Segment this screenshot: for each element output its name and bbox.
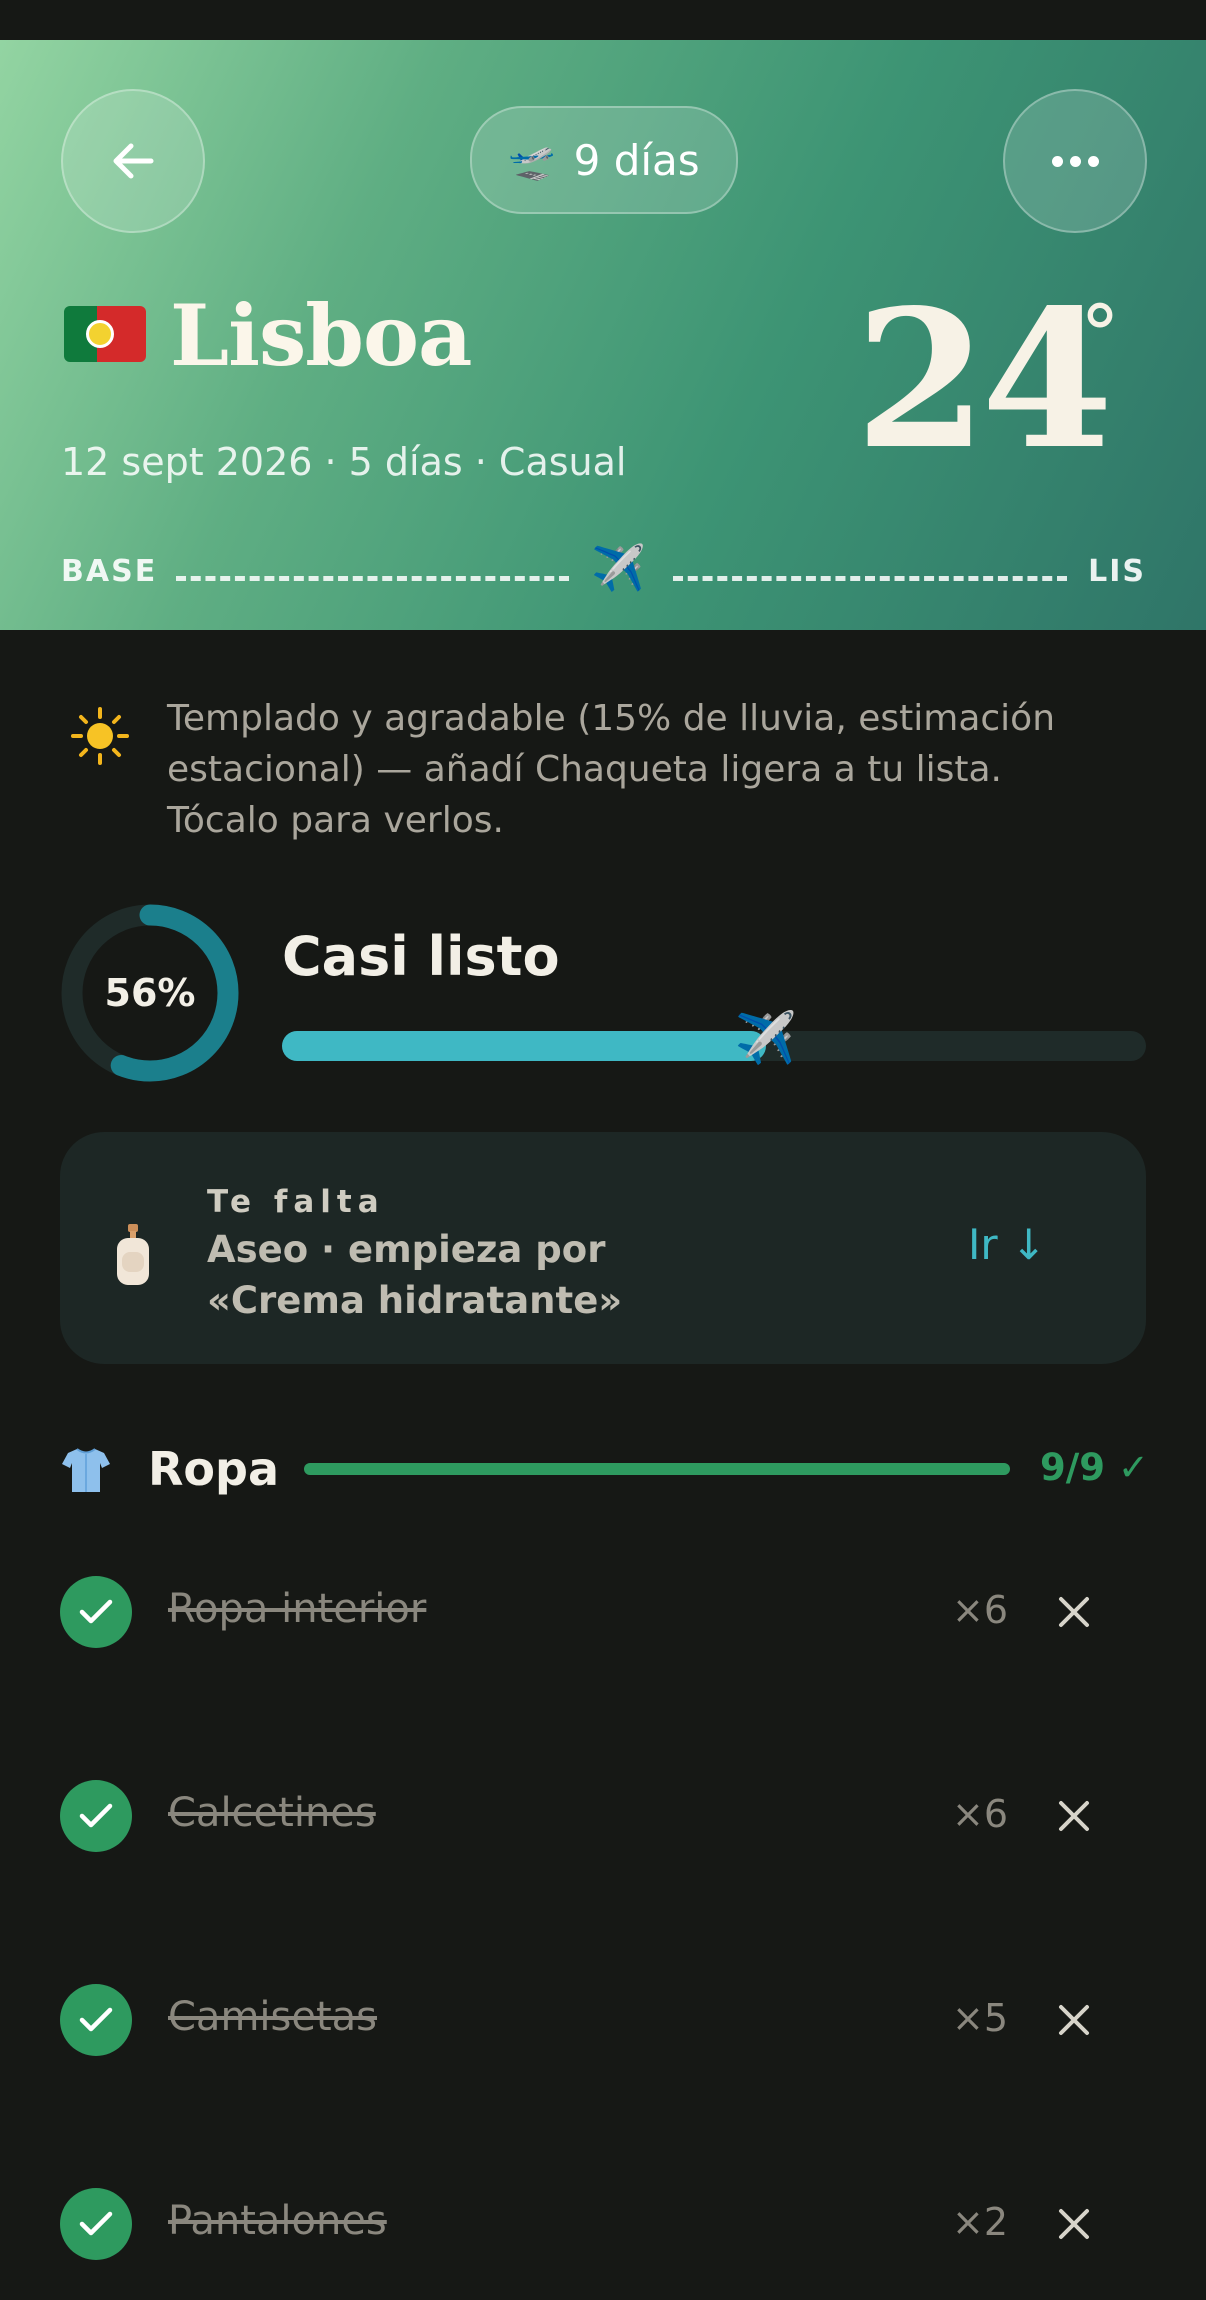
portugal-flag-icon (64, 306, 146, 362)
checkbox-checked[interactable] (60, 1984, 132, 2056)
list-item[interactable]: Pantalones ×2 (0, 2154, 1206, 2294)
category-progress-bar (304, 1463, 1010, 1475)
airplane-icon: ✈️ (591, 543, 646, 594)
progress-bar: ✈️ (282, 1009, 1146, 1067)
arrow-left-icon (113, 143, 154, 179)
route-line: BASE ✈️ LIS (61, 540, 1146, 600)
next-missing-card[interactable]: Te falta Aseo · empieza por «Crema hidra… (60, 1132, 1146, 1364)
ellipsis-icon (1051, 155, 1099, 167)
card-text: Aseo · empieza por «Crema hidratante» (207, 1228, 623, 1322)
destination-city: Lisboa (170, 286, 472, 385)
remove-item-button[interactable] (1050, 2192, 1098, 2256)
route-dash-right (673, 576, 1067, 581)
item-quantity[interactable]: ×6 (952, 1588, 1008, 1632)
temperature-value: 24 (855, 268, 1113, 491)
remove-item-button[interactable] (1050, 1988, 1098, 2052)
list-item[interactable]: Camisetas ×5 (0, 1950, 1206, 2090)
progress-percent: 56% (104, 971, 196, 1015)
trip-header: 🛫 9 días Lisboa 12 sept 2026 · 5 días · … (0, 40, 1206, 630)
airplane-departure-icon: 🛫 (508, 137, 556, 182)
remove-item-button[interactable] (1050, 1580, 1098, 1644)
close-icon (1059, 1597, 1089, 1627)
trip-duration-pill[interactable]: 🛫 9 días (470, 106, 738, 214)
item-name: Calcetines (168, 1790, 376, 1836)
category-progress-fill (304, 1463, 1010, 1475)
remove-item-button[interactable] (1050, 1784, 1098, 1848)
category-title: Ropa (148, 1442, 279, 1496)
item-quantity[interactable]: ×6 (952, 1792, 1008, 1836)
checkmark-icon (79, 1599, 113, 1624)
checkbox-checked[interactable] (60, 2188, 132, 2260)
category-count: 9/9 ✓ (1040, 1446, 1149, 1489)
lotion-bottle-icon (117, 1224, 149, 1285)
temperature-unit: ° (1080, 288, 1120, 381)
route-destination: LIS (1088, 554, 1146, 589)
card-kicker: Te falta (207, 1184, 385, 1220)
item-name: Pantalones (168, 2198, 387, 2244)
close-icon (1059, 1801, 1089, 1831)
back-button[interactable] (61, 89, 205, 233)
route-origin: BASE (61, 554, 158, 589)
close-icon (1059, 2209, 1089, 2239)
close-icon (1059, 2005, 1089, 2035)
airplane-progress-icon: ✈️ (734, 1009, 797, 1067)
item-name: Ropa interior (168, 1586, 427, 1632)
item-quantity[interactable]: ×2 (952, 2200, 1008, 2244)
sun-icon (71, 707, 129, 765)
route-dash-left (176, 576, 569, 581)
progress-status-title: Casi listo (282, 925, 560, 988)
weather-note[interactable]: Templado y agradable (15% de lluvia, est… (167, 693, 1107, 846)
item-quantity[interactable]: ×5 (952, 1996, 1008, 2040)
checkmark-icon (79, 2211, 113, 2236)
go-button[interactable]: Ir ↓ (968, 1220, 1046, 1269)
list-item[interactable]: Calcetines ×6 (0, 1746, 1206, 1886)
shirt-icon (62, 1448, 110, 1492)
list-item[interactable]: Ropa interior ×6 (0, 1542, 1206, 1682)
checkbox-checked[interactable] (60, 1780, 132, 1852)
trip-duration-label: 9 días (573, 135, 700, 185)
checkmark-icon (79, 1803, 113, 1828)
checkbox-checked[interactable] (60, 1576, 132, 1648)
item-name: Camisetas (168, 1994, 378, 2040)
trip-meta: 12 sept 2026 · 5 días · Casual (61, 440, 627, 484)
checkmark-icon (79, 2007, 113, 2032)
progress-bar-fill (282, 1031, 766, 1061)
status-bar (0, 0, 1206, 40)
more-options-button[interactable] (1003, 89, 1147, 233)
